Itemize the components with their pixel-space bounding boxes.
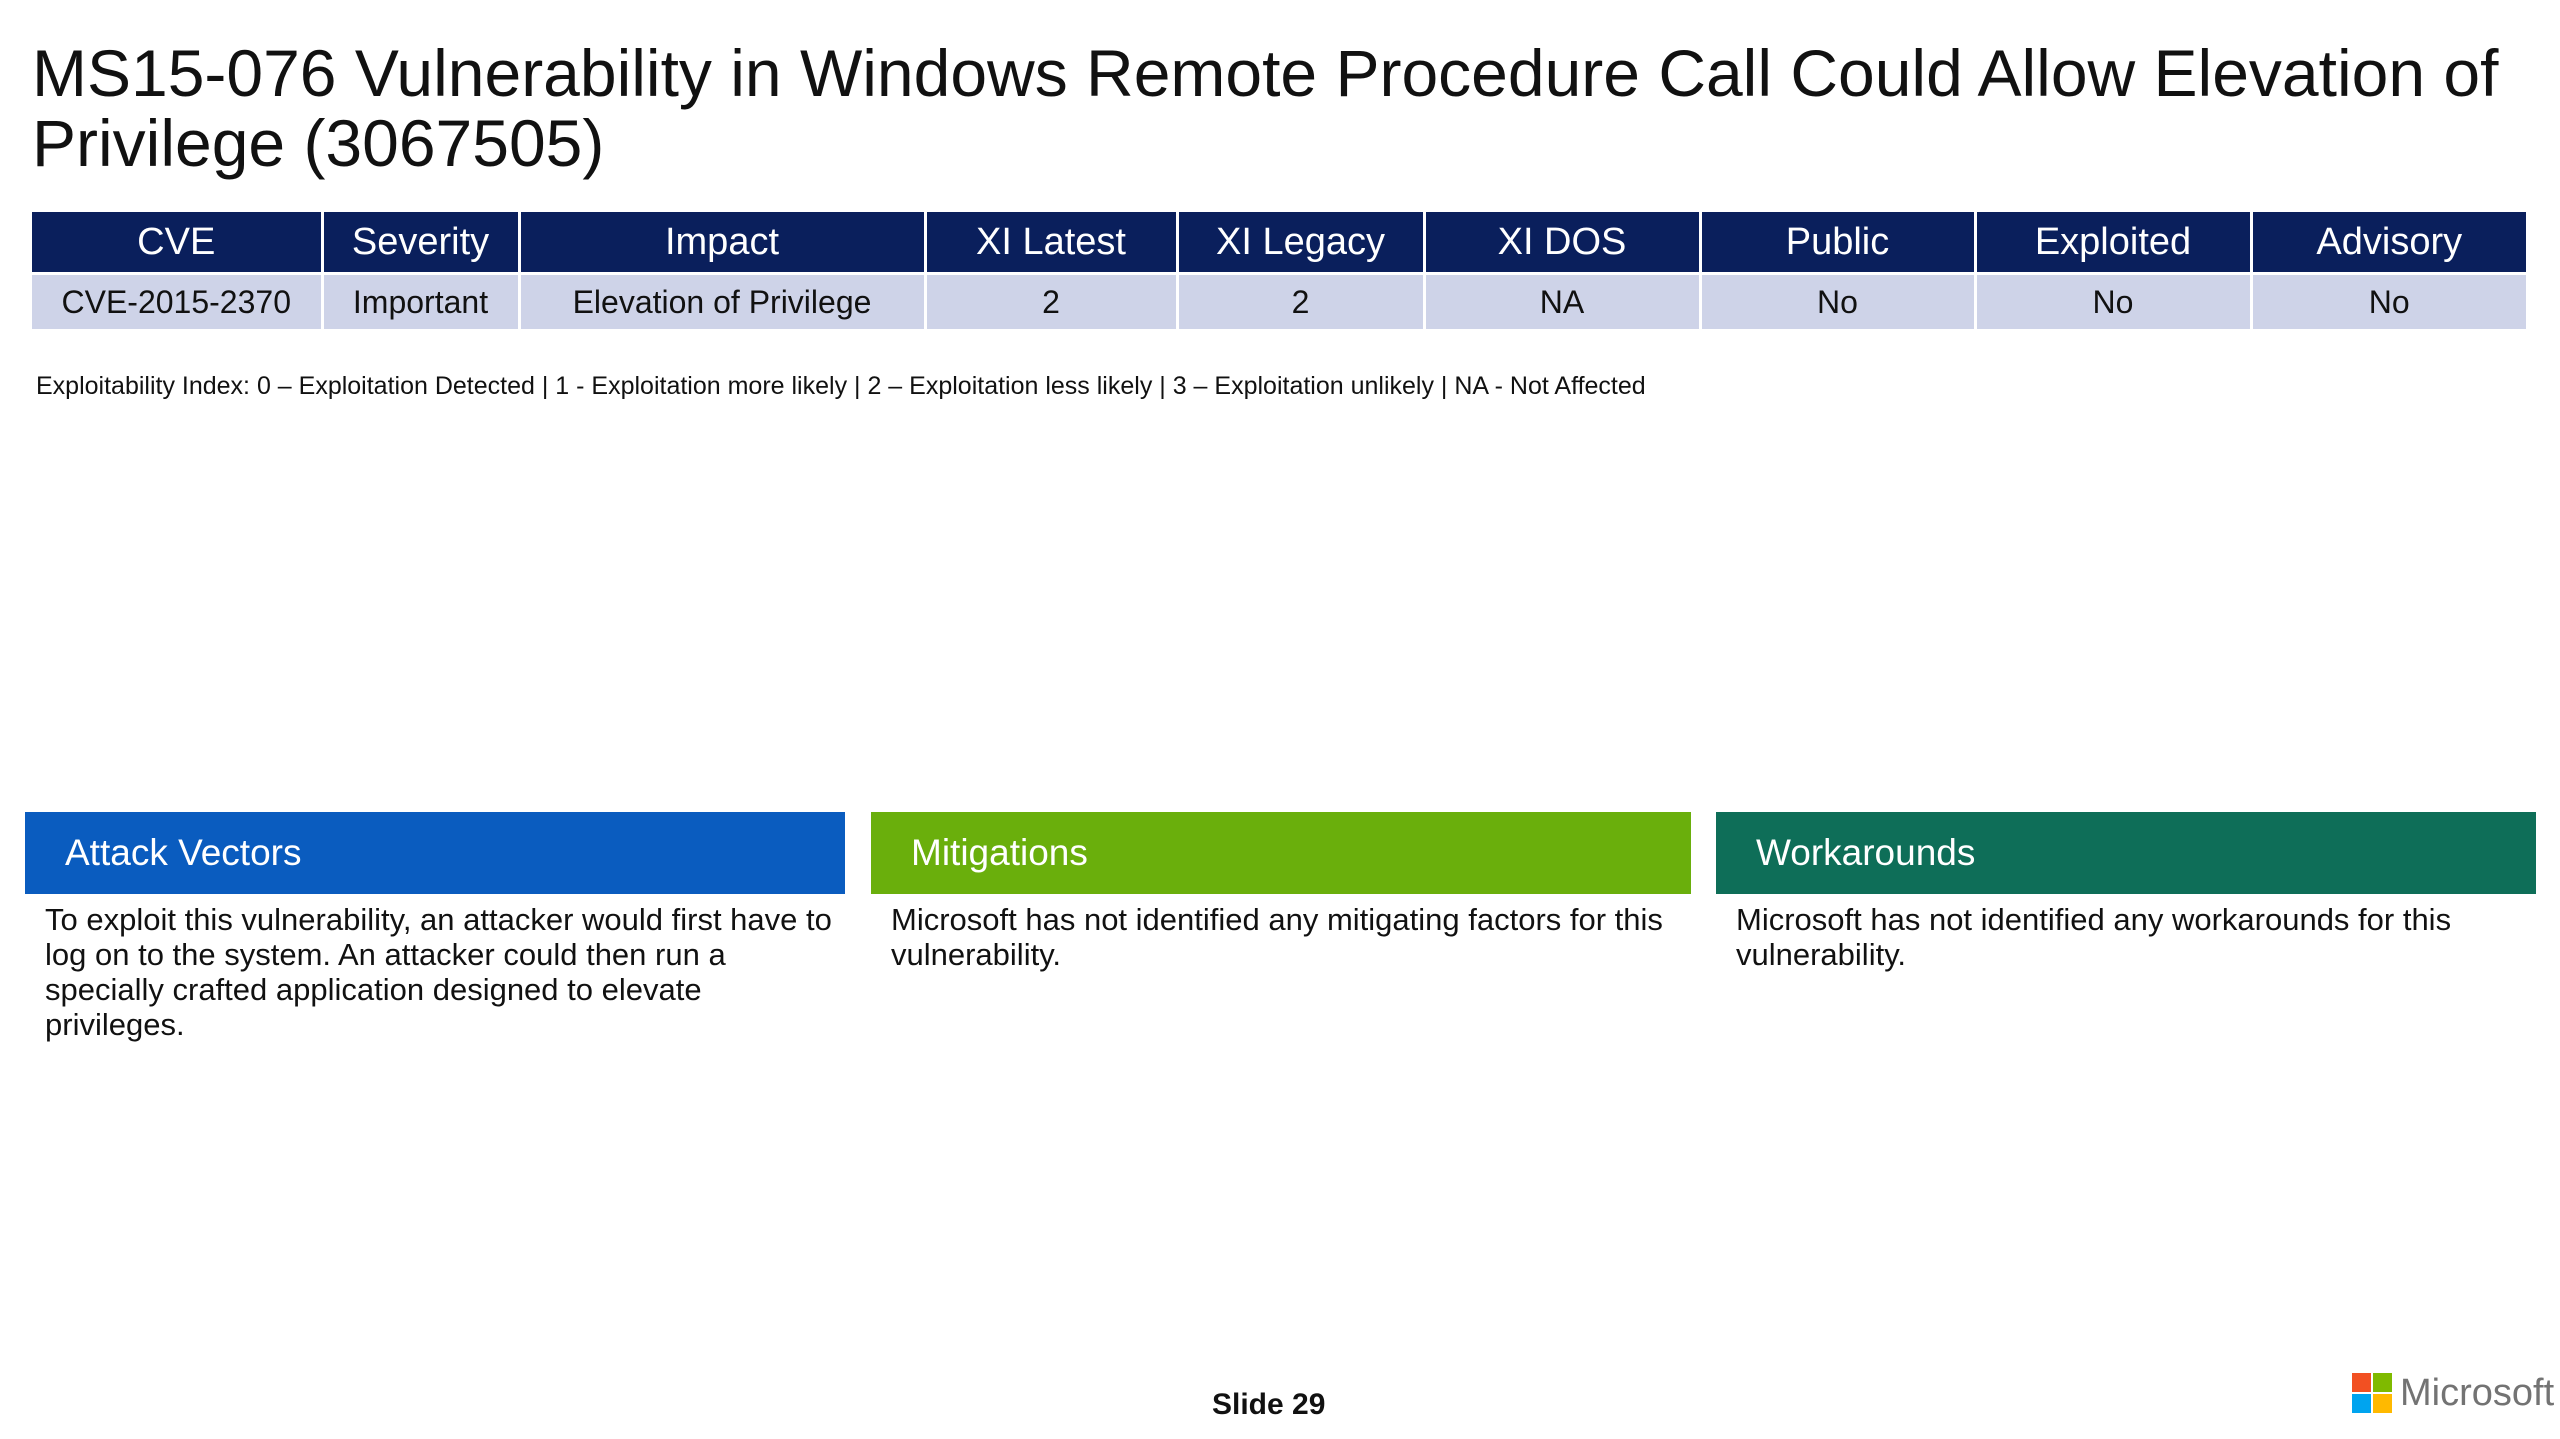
cell-exploited: No (1975, 272, 2253, 329)
header-advisory: Advisory (2251, 212, 2526, 274)
microsoft-logo: Microsoft (2352, 1372, 2554, 1414)
mitigations-header: Mitigations (871, 812, 1691, 894)
header-xi-dos: XI DOS (1424, 212, 1702, 274)
cell-xi-dos: NA (1424, 272, 1702, 329)
table-row: CVE-2015-2370 Important Elevation of Pri… (32, 272, 2526, 329)
header-severity: Severity (322, 212, 521, 274)
header-cve: CVE (32, 212, 324, 274)
slide-title: MS15-076 Vulnerability in Windows Remote… (32, 36, 2499, 180)
slide-number: Slide 29 (1212, 1388, 1326, 1421)
header-xi-latest: XI Latest (925, 212, 1179, 274)
microsoft-wordmark: Microsoft (2400, 1371, 2555, 1414)
header-public: Public (1700, 212, 1977, 274)
bulletin-table: CVE Severity Impact XI Latest XI Legacy … (32, 212, 2526, 329)
table-header-row: CVE Severity Impact XI Latest XI Legacy … (32, 212, 2526, 274)
cell-xi-legacy: 2 (1177, 272, 1426, 329)
cell-public: No (1700, 272, 1977, 329)
cell-cve: CVE-2015-2370 (32, 272, 324, 329)
cell-xi-latest: 2 (925, 272, 1179, 329)
workarounds-body: Microsoft has not identified any workaro… (1736, 902, 2452, 972)
attack-vectors-header: Attack Vectors (25, 812, 845, 894)
exploitability-index-note: Exploitability Index: 0 – Exploitation D… (36, 372, 1646, 400)
cell-impact: Elevation of Privilege (519, 272, 927, 329)
cell-severity: Important (322, 272, 521, 329)
workarounds-header: Workarounds (1716, 812, 2536, 894)
microsoft-logo-icon (2352, 1373, 2392, 1413)
cell-advisory: No (2251, 272, 2526, 329)
header-exploited: Exploited (1975, 212, 2253, 274)
mitigations-body: Microsoft has not identified any mitigat… (891, 902, 1663, 972)
header-xi-legacy: XI Legacy (1177, 212, 1426, 274)
attack-vectors-body: To exploit this vulnerability, an attack… (45, 902, 832, 1042)
header-impact: Impact (519, 212, 927, 274)
